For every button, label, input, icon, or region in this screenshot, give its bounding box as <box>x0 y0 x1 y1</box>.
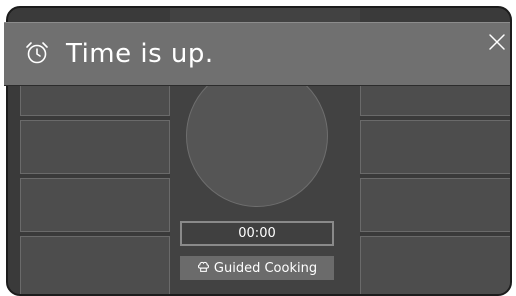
chef-hat-icon <box>197 260 210 277</box>
temperature-dial[interactable] <box>186 65 328 207</box>
time-up-notification: Time is up. <box>4 22 510 86</box>
left-tile-2[interactable] <box>20 120 170 174</box>
guided-cooking-label: Guided Cooking <box>213 260 318 276</box>
guided-cooking-button[interactable]: Guided Cooking <box>180 256 334 280</box>
left-tile-4[interactable] <box>20 236 170 294</box>
right-tile-2[interactable] <box>360 120 510 174</box>
alarm-clock-icon <box>24 40 50 66</box>
close-icon[interactable] <box>488 33 506 51</box>
notification-message: Time is up. <box>66 39 214 69</box>
right-tile-3[interactable] <box>360 178 510 232</box>
timer-display[interactable]: 00:00 <box>180 221 334 246</box>
timer-value: 00:00 <box>238 226 276 241</box>
left-tile-3[interactable] <box>20 178 170 232</box>
right-tile-4[interactable] <box>360 236 510 294</box>
